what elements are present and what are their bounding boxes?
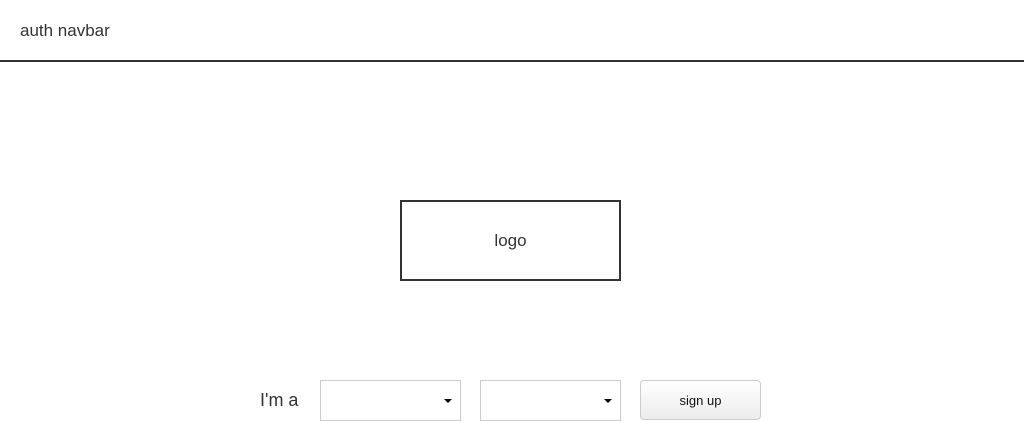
role-select-1[interactable]	[320, 380, 461, 421]
navbar-brand[interactable]: auth navbar	[20, 21, 110, 41]
dropdown-arrow-icon	[444, 399, 452, 403]
logo-placeholder: logo	[400, 200, 621, 281]
role-select-2[interactable]	[480, 380, 621, 421]
auth-navbar: auth navbar	[0, 0, 1024, 62]
sign-up-button[interactable]: sign up	[640, 380, 761, 420]
role-label: I'm a	[260, 390, 299, 410]
logo-label: logo	[494, 230, 527, 250]
dropdown-arrow-icon	[604, 399, 612, 403]
